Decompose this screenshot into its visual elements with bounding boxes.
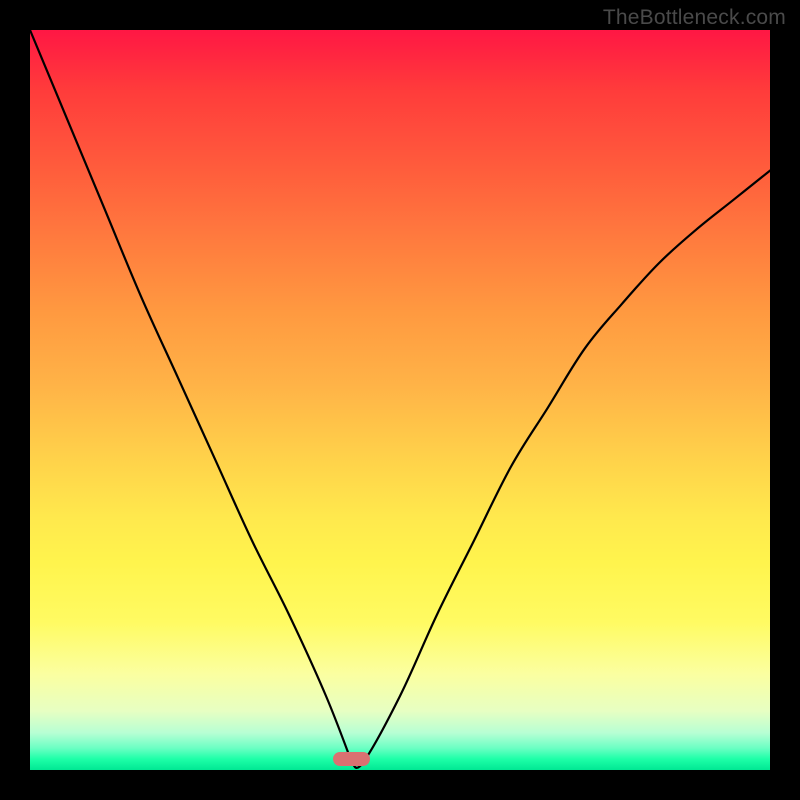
bottleneck-curve (30, 30, 770, 770)
plot-area (30, 30, 770, 770)
watermark-text: TheBottleneck.com (603, 6, 786, 30)
optimal-range-marker (333, 752, 370, 766)
curve-path (30, 30, 770, 768)
chart-frame: TheBottleneck.com (0, 0, 800, 800)
